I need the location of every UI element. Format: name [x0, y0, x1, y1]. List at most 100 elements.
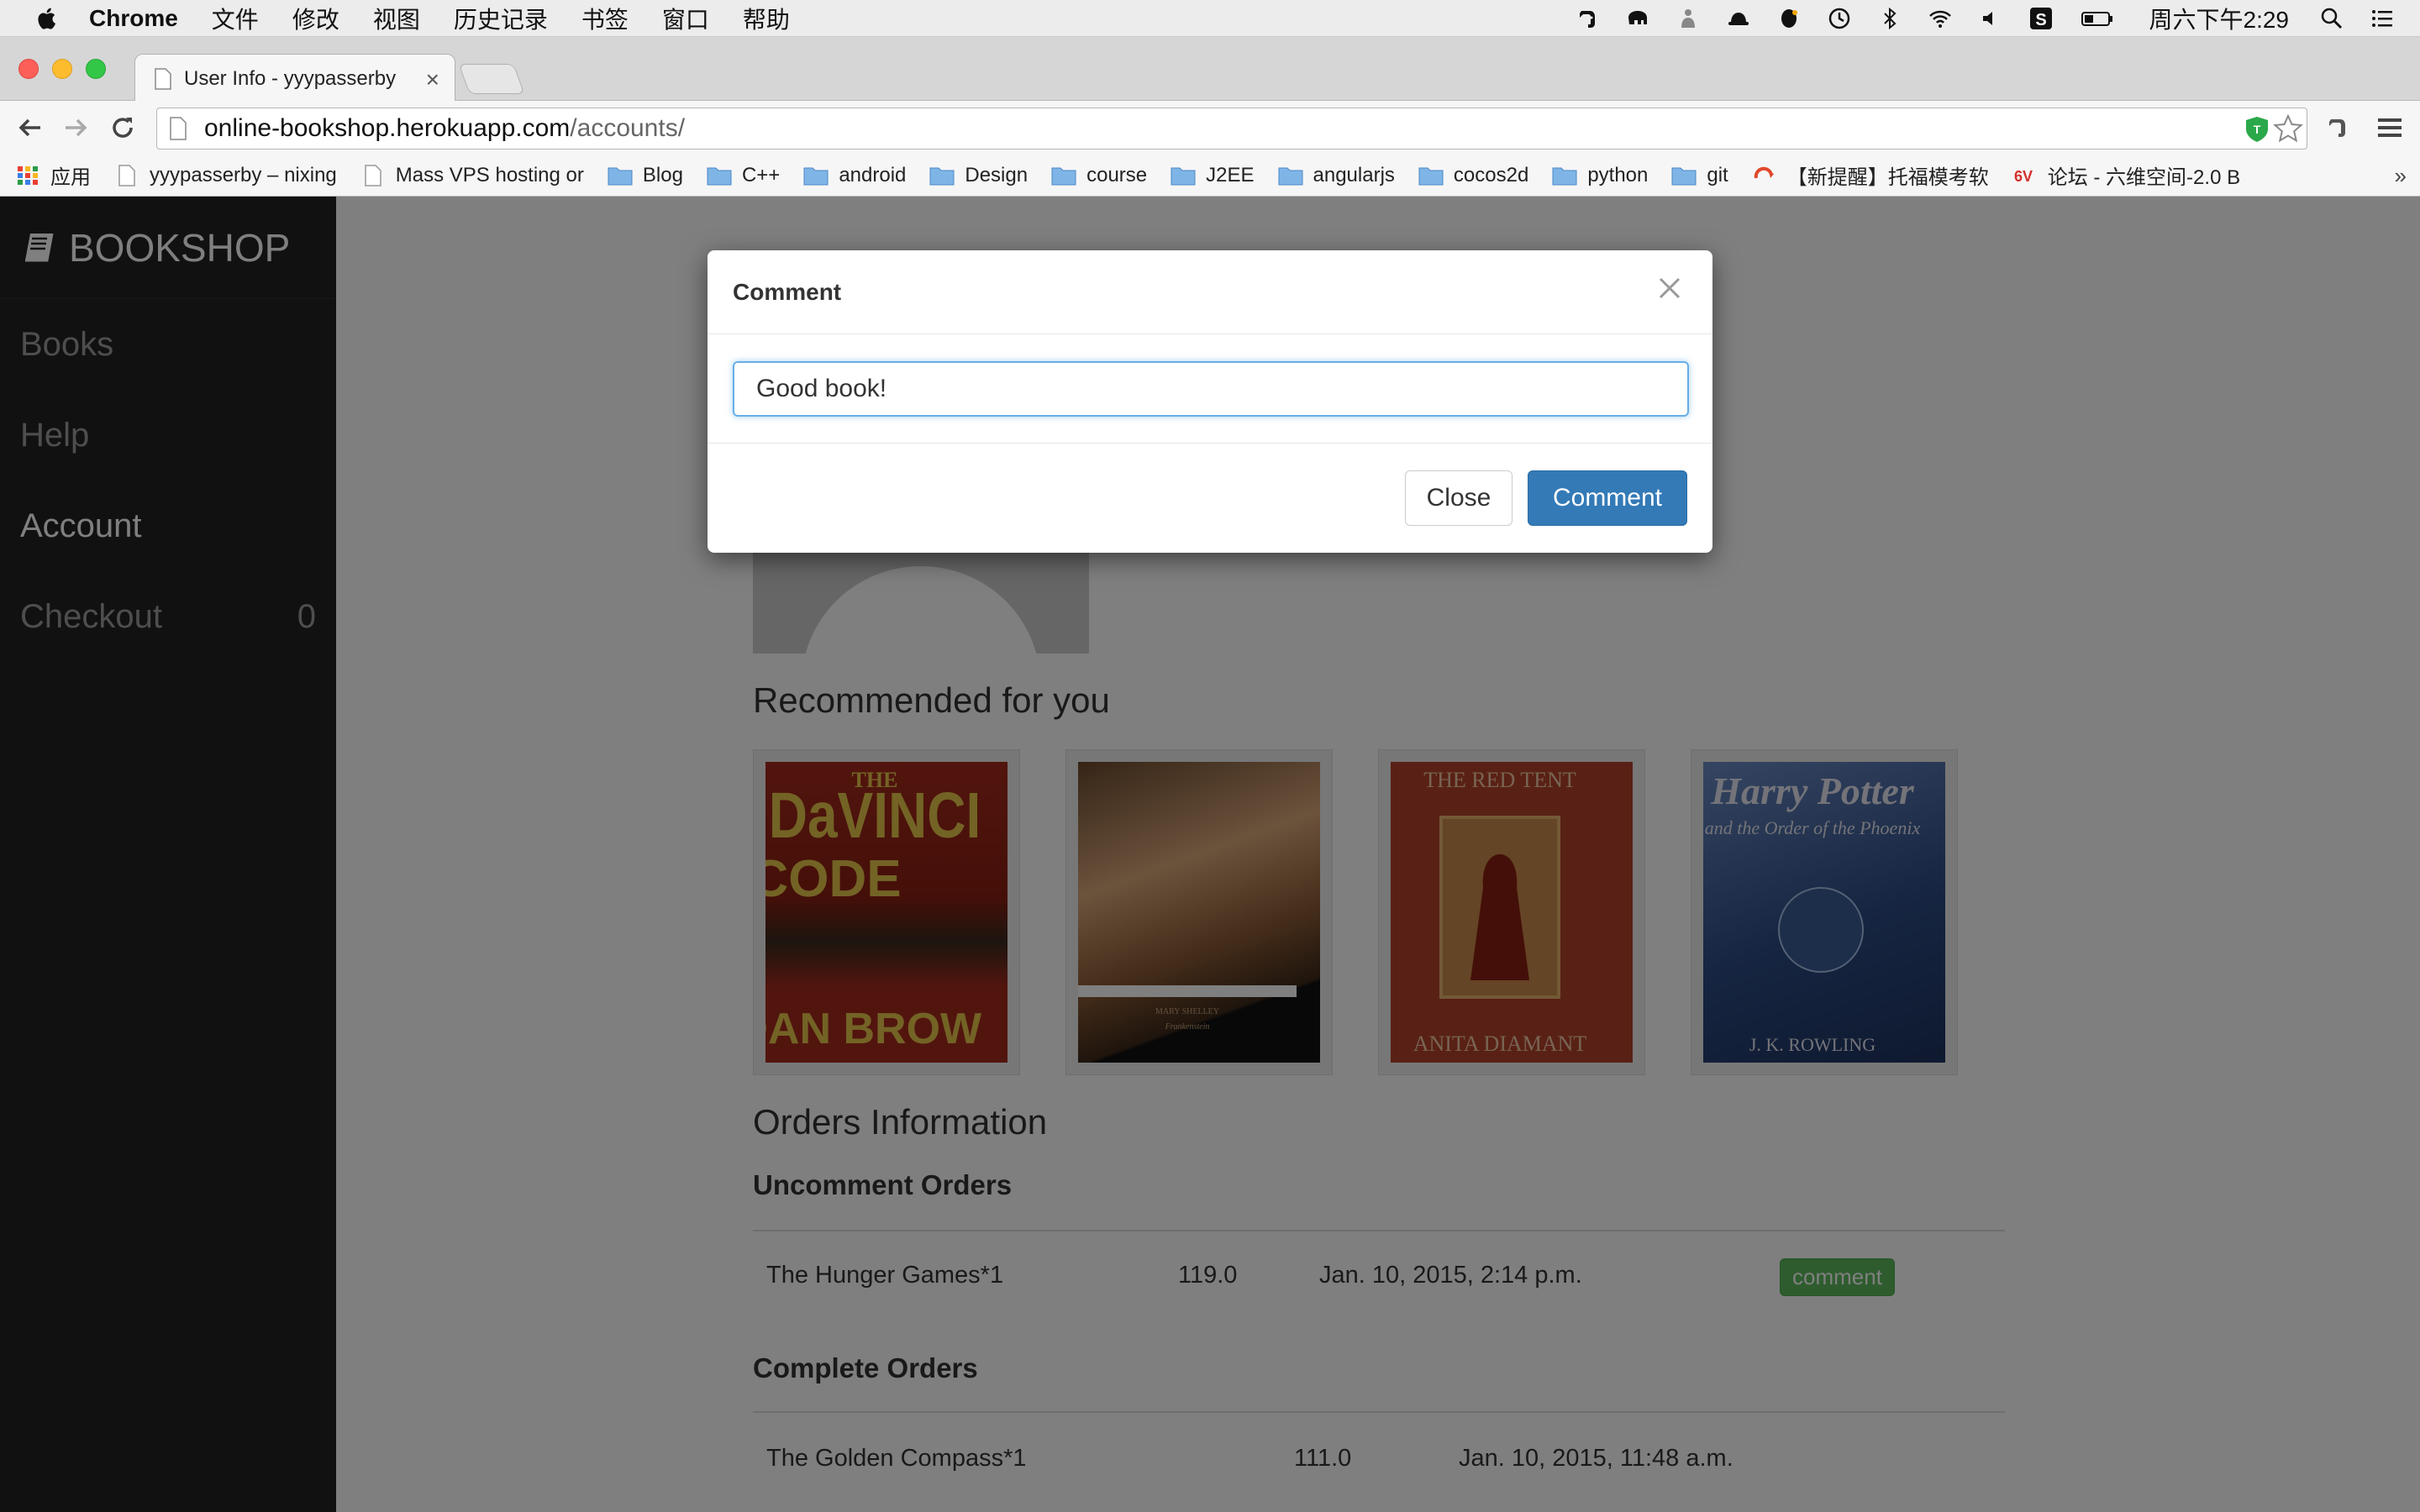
page-icon [118, 164, 135, 186]
submit-comment-button[interactable]: Comment [1528, 470, 1687, 526]
bookmark-label: git [1707, 163, 1728, 186]
shield-extension-icon[interactable]: T [2243, 115, 2271, 144]
notification-center-icon[interactable] [2370, 6, 2395, 31]
folder-icon [1671, 167, 1697, 185]
modal-title: Comment [733, 278, 842, 305]
page-icon [365, 164, 381, 186]
bookmark-folder-cpp[interactable]: C++ [707, 164, 780, 187]
hat-icon[interactable] [1726, 6, 1751, 31]
bookmark-folder-design[interactable]: Design [929, 164, 1028, 187]
web-page: BOOKSHOP Books Help Account Checkout 0 R… [0, 197, 2420, 1512]
modal-footer: Close Comment [708, 444, 1712, 551]
bookmark-folder-j2ee[interactable]: J2EE [1171, 163, 1255, 187]
bookmark-label: angularjs [1313, 163, 1395, 186]
evernote-extension-icon[interactable] [2323, 113, 2353, 143]
window-close-button[interactable] [18, 59, 39, 79]
bookmark-mass-vps[interactable]: Mass VPS hosting or [360, 164, 584, 187]
browser-tab-active[interactable]: User Info - yyypasserby × [134, 54, 455, 102]
close-icon[interactable] [1655, 274, 1684, 302]
bookmark-label: cocos2d [1453, 163, 1529, 186]
modal-header: Comment [708, 250, 1712, 334]
back-arrow-icon[interactable] [15, 113, 45, 143]
bookmarks-overflow-button[interactable]: » [2395, 163, 2407, 189]
wifi-icon[interactable] [1928, 6, 1953, 31]
elephant-icon[interactable] [1625, 6, 1650, 31]
menu-file[interactable]: 文件 [212, 2, 259, 35]
apple-logo-icon[interactable] [35, 6, 60, 31]
forward-arrow-icon[interactable] [60, 113, 91, 143]
page-favicon-icon [155, 67, 171, 90]
bookmark-label: android [839, 163, 907, 186]
bookmark-folder-blog[interactable]: Blog [608, 164, 683, 187]
window-minimize-button[interactable] [52, 59, 72, 79]
bookmark-label: python [1587, 163, 1649, 186]
bookmark-label: Blog [642, 163, 683, 186]
new-tab-button[interactable] [458, 64, 525, 94]
bookmark-label: course [1086, 163, 1148, 186]
url-host: online-bookshop.herokuapp.com [204, 114, 571, 142]
menu-edit[interactable]: 修改 [292, 2, 339, 35]
bookmarks-bar: 应用 yyypasserby – nixing Mass VPS hosting… [0, 155, 2420, 197]
bookmark-label: 【新提醒】托福模考软 [1786, 166, 1989, 189]
bookmark-folder-course[interactable]: course [1051, 164, 1147, 187]
folder-icon [803, 167, 829, 185]
clock[interactable]: 周六下午2:29 [2149, 2, 2290, 35]
bookmark-folder-cocos2d[interactable]: cocos2d [1418, 164, 1528, 187]
bookmark-label: 论坛 - 六维空间-2.0 B [2047, 166, 2241, 189]
tab-close-icon[interactable]: × [426, 66, 439, 93]
bookmark-folder-git[interactable]: git [1671, 164, 1728, 187]
app-name[interactable]: Chrome [89, 5, 178, 32]
6v-icon: 6V [2014, 168, 2033, 185]
folder-icon [1418, 167, 1444, 185]
bookmark-label: Design [965, 163, 1028, 186]
folder-icon [608, 167, 633, 185]
page-info-icon[interactable] [169, 117, 187, 140]
folder-icon [1278, 167, 1303, 185]
bookmark-yyypasserby[interactable]: yyypasserby – nixing [114, 164, 337, 187]
window-zoom-button[interactable] [86, 59, 106, 79]
menu-window[interactable]: 窗口 [662, 2, 709, 35]
menu-view[interactable]: 视图 [373, 2, 420, 35]
svg-text:S: S [2035, 11, 2046, 29]
s-app-icon[interactable]: S [2028, 6, 2054, 31]
bookmark-label: yyypasserby – nixing [150, 163, 337, 186]
qq-penguin-icon[interactable] [1776, 6, 1802, 31]
time-machine-icon[interactable] [1827, 6, 1852, 31]
bookmark-star-icon[interactable] [2273, 113, 2303, 144]
comment-input[interactable] [733, 361, 1689, 417]
bookmark-folder-python[interactable]: python [1552, 164, 1648, 187]
comment-modal: Comment Close Comment [708, 250, 1712, 553]
menu-history[interactable]: 历史记录 [454, 2, 548, 35]
spotlight-search-icon[interactable] [2319, 6, 2344, 31]
bookmark-folder-android[interactable]: android [803, 164, 906, 187]
svg-text:6V: 6V [2014, 168, 2033, 185]
url-path: /accounts/ [570, 114, 686, 142]
menu-help[interactable]: 帮助 [743, 2, 790, 35]
tab-strip: User Info - yyypasserby × [0, 37, 2420, 102]
macos-menu-bar: Chrome 文件 修改 视图 历史记录 书签 窗口 帮助 S 周六下午2:29 [0, 0, 2420, 37]
bookmark-apps[interactable]: 应用 [15, 160, 91, 190]
battery-icon[interactable] [2079, 6, 2116, 31]
loop-icon [1754, 166, 1774, 178]
bookmark-6v-forum[interactable]: 6V 论坛 - 六维空间-2.0 B [2012, 160, 2240, 190]
volume-icon[interactable] [1978, 6, 2003, 31]
folder-icon [1552, 167, 1577, 185]
bookmark-toefl[interactable]: 【新提醒】托福模考软 [1752, 160, 1989, 190]
chrome-menu-icon[interactable] [2375, 113, 2405, 143]
menu-bookmarks[interactable]: 书签 [581, 2, 629, 35]
reload-icon[interactable] [108, 113, 138, 143]
bookmark-folder-angularjs[interactable]: angularjs [1278, 164, 1395, 187]
bookmark-label: 应用 [50, 166, 91, 189]
buddha-icon[interactable] [1676, 6, 1701, 31]
svg-text:T: T [2254, 123, 2261, 136]
apps-grid-icon [18, 165, 38, 185]
folder-icon [1171, 167, 1196, 185]
tab-title: User Info - yyypasserby [184, 66, 397, 90]
address-bar[interactable]: online-bookshop.herokuapp.com/accounts/ … [156, 108, 2307, 150]
close-button[interactable]: Close [1405, 470, 1512, 526]
evernote-icon[interactable] [1575, 6, 1600, 31]
folder-icon [929, 167, 955, 185]
bookmark-label: J2EE [1206, 163, 1255, 186]
bluetooth-icon[interactable] [1877, 6, 1902, 31]
bookmark-label: C++ [741, 163, 781, 186]
